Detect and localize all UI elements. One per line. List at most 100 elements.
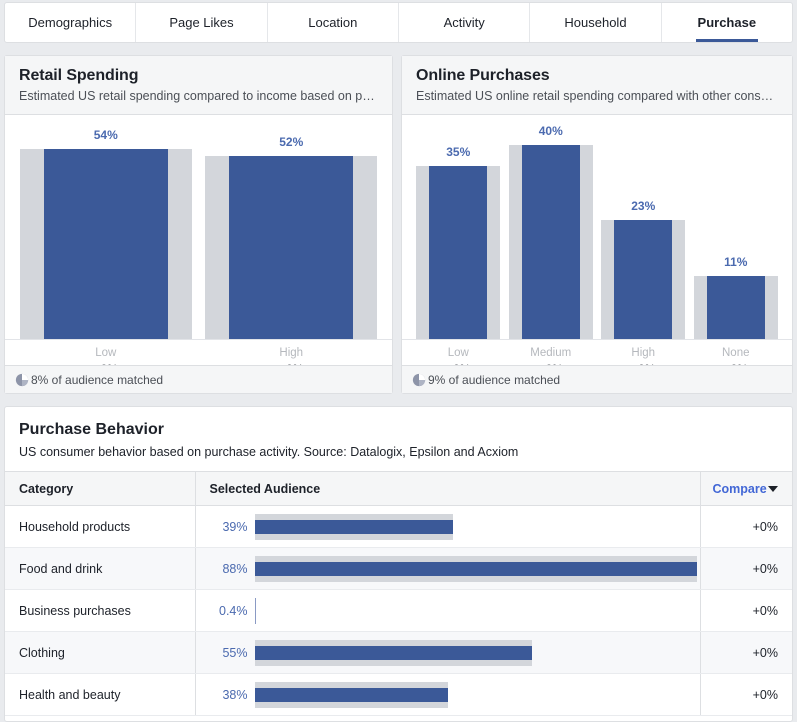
row-bar <box>254 561 697 576</box>
purchase-behavior-subtitle: US consumer behavior based on purchase a… <box>19 445 519 459</box>
tab-household[interactable]: Household <box>530 3 662 42</box>
chevron-down-icon[interactable] <box>768 485 778 492</box>
row-percent-label: 0.4% <box>219 603 248 618</box>
retail-bar-group-low[interactable]: 54% <box>13 128 199 339</box>
online-bar-background-high <box>601 220 686 339</box>
table-row[interactable]: Household products 39% +0% <box>5 505 792 548</box>
online-axis-label-low: Low <box>447 347 469 359</box>
online-purchases-chart: 35% 40% 23% 11% Low Medium High None <box>402 124 792 376</box>
online-axis-label-medium: Medium <box>530 347 572 359</box>
online-axis-label-none: None <box>722 347 750 359</box>
row-bar-background <box>254 555 697 582</box>
purchase-behavior-header: Purchase Behavior US consumer behavior b… <box>5 407 792 471</box>
row-bar-wrap: 39% <box>196 506 700 547</box>
table-row[interactable]: Food and drink 88% +0% <box>5 547 792 590</box>
retail-audience-matched-text: 8% of audience matched <box>31 372 164 387</box>
column-header-compare[interactable]: Compare <box>699 471 792 506</box>
row-bar-wrap: 38% <box>196 674 700 715</box>
retail-bar-wrap-low <box>13 128 199 339</box>
pie-chart-icon <box>15 373 29 386</box>
online-purchases-title: Online Purchases <box>416 67 550 84</box>
online-bar-high <box>614 220 673 339</box>
online-purchases-subtitle: Estimated US online retail spending comp… <box>416 89 778 103</box>
pie-chart-icon <box>412 373 426 386</box>
row-selected-audience: 39% <box>194 505 700 548</box>
table-row[interactable]: Business purchases 0.4% +0% <box>5 589 792 632</box>
row-bar-background <box>254 597 256 624</box>
retail-spending-title: Retail Spending <box>19 67 139 84</box>
tab-page-likes[interactable]: Page Likes <box>136 3 268 42</box>
online-bar-background-medium <box>508 145 593 339</box>
online-bar-group-medium[interactable]: 40% <box>505 124 598 339</box>
row-bar-background <box>254 681 448 708</box>
online-bar-background-low <box>416 166 501 339</box>
row-bar <box>254 519 453 534</box>
column-header-label: Category <box>19 481 74 496</box>
row-bar-wrap: 88% <box>196 548 700 589</box>
row-compare: +0% <box>699 547 792 590</box>
online-bar-wrap-low <box>412 128 505 339</box>
column-header-label: Selected Audience <box>209 481 321 496</box>
retail-axis-label-low: Low <box>95 347 117 359</box>
retail-axis-label-high: High <box>279 347 304 359</box>
row-selected-audience: 55% <box>194 631 700 674</box>
row-bar <box>254 645 532 660</box>
retail-bar-high <box>229 156 354 339</box>
tab-label: Page Likes <box>169 15 234 30</box>
retail-bar-background-high <box>205 156 378 339</box>
tab-label: Purchase <box>697 15 757 30</box>
tab-label: Location <box>308 15 358 30</box>
online-bar-medium <box>521 145 580 339</box>
column-header-selected-audience: Selected Audience <box>194 471 700 506</box>
active-tab-underline <box>695 39 758 42</box>
row-compare: +0% <box>699 631 792 674</box>
tab-purchase[interactable]: Purchase <box>662 3 792 42</box>
online-bar-group-none[interactable]: 11% <box>690 128 783 339</box>
table-row[interactable]: Clothing 55% +0% <box>5 631 792 674</box>
row-category: Business purchases <box>5 589 195 632</box>
row-category: Food and drink <box>5 547 195 590</box>
retail-bar-wrap-high <box>199 128 385 339</box>
online-bar-group-low[interactable]: 35% <box>412 128 505 339</box>
row-percent-label: 55% <box>222 645 248 660</box>
online-bar-group-high[interactable]: 23% <box>597 128 690 339</box>
row-percent-label: 39% <box>222 519 248 534</box>
retail-spending-subtitle: Estimated US retail spending compared to… <box>19 89 378 103</box>
online-bar-wrap-none <box>690 128 783 339</box>
row-bar <box>254 687 448 702</box>
tab-bar: Demographics Page Likes Location Activit… <box>4 2 793 43</box>
column-header-label: Compare <box>712 481 767 496</box>
table-header-row: Category Selected Audience Compare <box>5 471 792 506</box>
tab-label: Demographics <box>28 15 113 30</box>
online-axis-label-high: High <box>631 347 656 359</box>
row-category: Clothing <box>5 631 195 674</box>
tab-location[interactable]: Location <box>268 3 399 42</box>
online-purchases-plot: 35% 40% 23% 11% <box>402 124 792 339</box>
row-bar-background <box>254 639 532 666</box>
retail-bar-group-high[interactable]: 52% <box>199 128 385 339</box>
online-audience-matched-text: 9% of audience matched <box>428 372 561 387</box>
online-bar-none <box>706 276 765 339</box>
tab-label: Household <box>564 15 627 30</box>
retail-spending-chart: 54% 52% Low High <box>5 128 392 376</box>
online-bar-wrap-high <box>597 128 690 339</box>
row-compare: +0% <box>699 589 792 632</box>
retail-spending-header: Retail Spending Estimated US retail spen… <box>5 56 392 115</box>
online-purchases-footer: 9% of audience matched <box>402 365 792 393</box>
online-bar-wrap-medium <box>505 128 598 339</box>
purchase-behavior-card: Purchase Behavior US consumer behavior b… <box>4 406 793 722</box>
online-purchases-header: Online Purchases Estimated US online ret… <box>402 56 792 115</box>
row-selected-audience: 38% <box>194 673 700 716</box>
tab-demographics[interactable]: Demographics <box>5 3 137 42</box>
retail-spending-plot: 54% 52% <box>5 128 392 339</box>
purchase-behavior-title: Purchase Behavior <box>19 421 164 438</box>
row-percent-label: 88% <box>222 561 248 576</box>
row-bar-wrap: 0.4% <box>196 590 700 631</box>
row-compare: +0% <box>699 505 792 548</box>
retail-spending-card: Retail Spending Estimated US retail spen… <box>4 55 393 394</box>
table-row[interactable]: Health and beauty 38% +0% <box>5 673 792 716</box>
row-percent-label: 38% <box>222 687 248 702</box>
row-bar-wrap: 55% <box>196 632 700 673</box>
tab-activity[interactable]: Activity <box>399 3 531 42</box>
row-selected-audience: 0.4% <box>194 589 700 632</box>
